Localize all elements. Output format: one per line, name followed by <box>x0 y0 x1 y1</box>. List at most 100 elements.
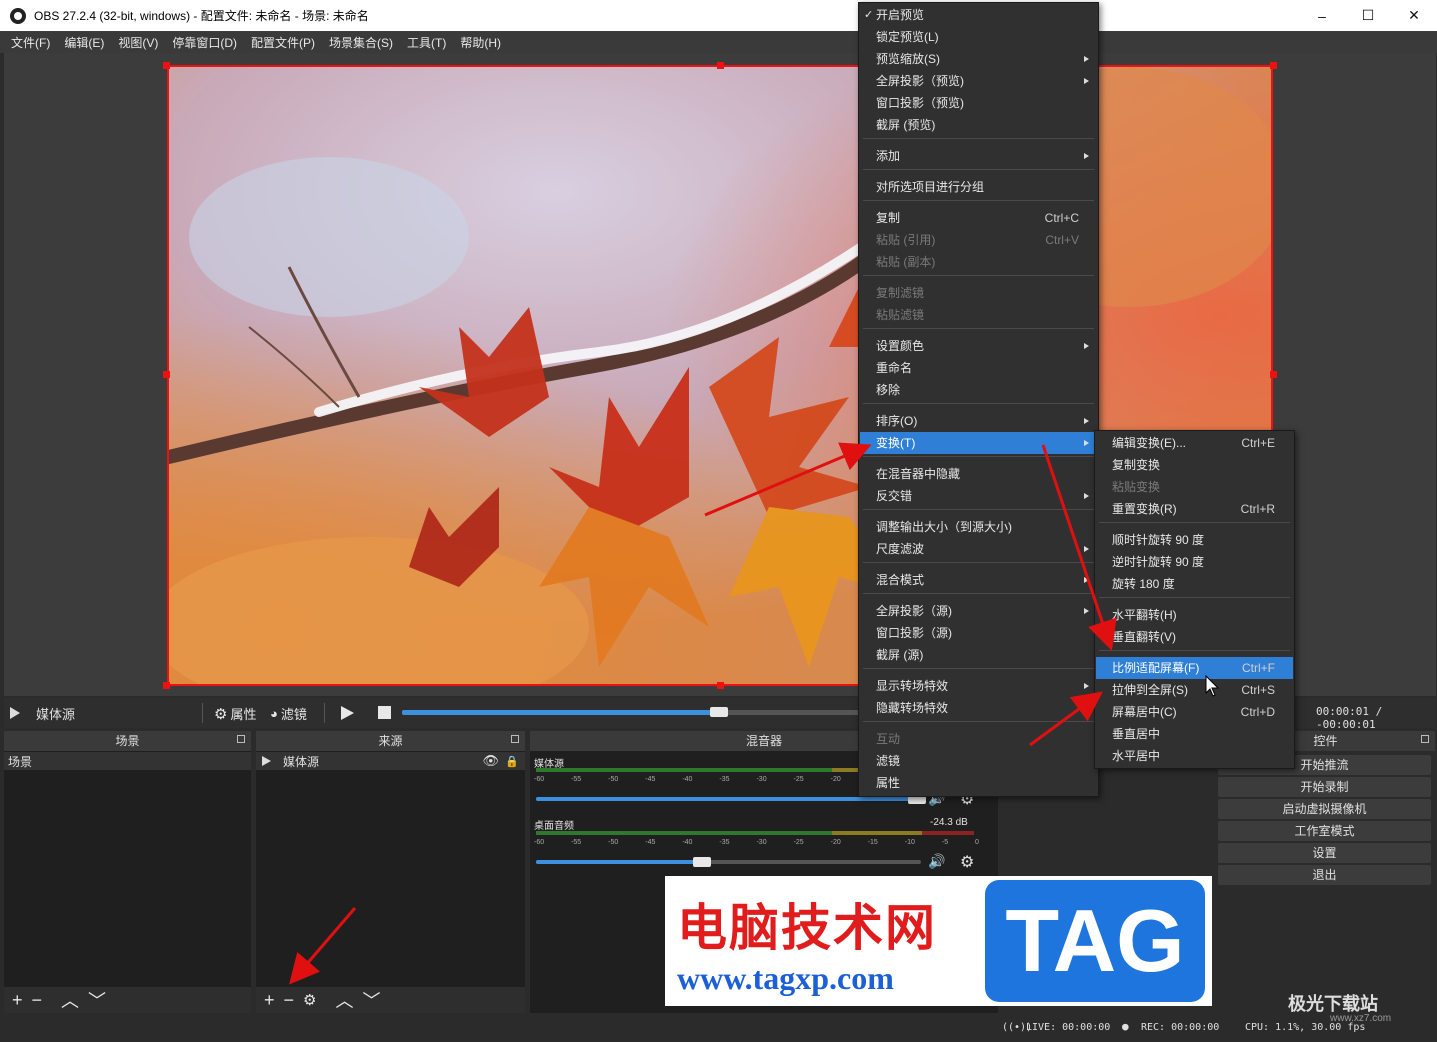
ctx-item[interactable]: 窗口投影（预览) <box>860 92 1097 114</box>
move-up-icon[interactable]: ︿ <box>61 987 79 1013</box>
source-list-item[interactable]: 媒体源 👁 🔒 <box>256 752 525 770</box>
undock-icon[interactable] <box>1421 735 1429 743</box>
ctx-item[interactable]: 调整输出大小（到源大小) <box>860 516 1097 538</box>
eye-icon[interactable]: 👁 <box>482 753 499 769</box>
meter-tick-label: -40 <box>682 776 693 783</box>
menu-separator <box>863 403 1094 404</box>
resize-handle-l[interactable] <box>163 371 170 378</box>
menu-tools[interactable]: 工具(T) <box>400 34 453 51</box>
menu-docks[interactable]: 停靠窗口(D) <box>165 34 244 51</box>
scene-list-item[interactable]: 场景 <box>4 752 251 770</box>
sub-item[interactable]: 旋转 180 度 <box>1096 573 1293 595</box>
settings-button[interactable]: 设置 <box>1218 843 1431 863</box>
remove-scene-icon[interactable]: − <box>32 990 43 1011</box>
add-scene-icon[interactable]: + <box>12 990 23 1011</box>
ctx-item[interactable]: 复制 Ctrl+C <box>860 207 1097 229</box>
media-stop-button[interactable] <box>378 706 391 719</box>
resize-handle-tl[interactable] <box>163 62 170 69</box>
ctx-item-label: 开启预览 <box>876 8 925 22</box>
ctx-item[interactable]: 排序(O) <box>860 410 1097 432</box>
properties-button[interactable]: ⚙ 属性 <box>214 704 256 723</box>
add-source-icon[interactable]: + <box>264 990 275 1011</box>
ctx-item[interactable]: 移除 <box>860 379 1097 401</box>
remove-source-icon[interactable]: − <box>284 990 295 1011</box>
ctx-item[interactable]: 对所选项目进行分组 <box>860 176 1097 198</box>
meter-scale: -60-55-50-45-40-35-30-25-20-15-10-50 <box>534 839 979 846</box>
ctx-item[interactable]: 锁定预览(L) <box>860 26 1097 48</box>
undock-icon[interactable] <box>237 735 245 743</box>
move-down-icon[interactable]: ﹀ <box>362 987 380 1013</box>
ctx-item[interactable]: 截屏 (源) <box>860 644 1097 666</box>
ctx-item[interactable]: 反交错 <box>860 485 1097 507</box>
ctx-item[interactable]: 滤镜 <box>860 750 1097 772</box>
resize-handle-b[interactable] <box>717 682 724 689</box>
menu-edit[interactable]: 编辑(E) <box>57 34 111 51</box>
source-properties-gear-icon[interactable]: ⚙ <box>303 991 316 1009</box>
ctx-item[interactable]: 预览缩放(S) <box>860 48 1097 70</box>
start-recording-button[interactable]: 开始录制 <box>1218 777 1431 797</box>
minimize-button[interactable]: – <box>1299 0 1345 31</box>
sub-item[interactable]: 比例适配屏幕(F) Ctrl+F <box>1096 657 1293 679</box>
seek-knob[interactable] <box>710 707 729 717</box>
volume-slider[interactable] <box>536 794 927 804</box>
filters-button[interactable]: ◕ 滤镜 <box>270 704 307 723</box>
sub-item[interactable]: 屏幕居中(C) Ctrl+D <box>1096 701 1293 723</box>
ctx-item-label: 粘贴 (引用) <box>876 233 936 247</box>
menu-profile[interactable]: 配置文件(P) <box>244 34 322 51</box>
resize-handle-r[interactable] <box>1270 371 1277 378</box>
meter-tick-label: 0 <box>975 839 979 846</box>
sub-item[interactable]: 垂直翻转(V) <box>1096 626 1293 648</box>
exit-button[interactable]: 退出 <box>1218 865 1431 885</box>
ctx-item[interactable]: 属性 <box>860 772 1097 794</box>
ctx-item[interactable]: 在混音器中隐藏 <box>860 463 1097 485</box>
ctx-item[interactable]: 全屏投影（源) <box>860 600 1097 622</box>
ctx-item[interactable]: 设置颜色 <box>860 335 1097 357</box>
ctx-item[interactable]: 重命名 <box>860 357 1097 379</box>
ctx-item[interactable]: 混合模式 <box>860 569 1097 591</box>
ctx-item[interactable]: 尺度滤波 <box>860 538 1097 560</box>
ctx-item[interactable]: 显示转场特效 <box>860 675 1097 697</box>
ctx-item-label: 显示转场特效 <box>876 679 949 693</box>
sub-item[interactable]: 复制变换 <box>1096 454 1293 476</box>
filters-label: 滤镜 <box>280 707 307 722</box>
ctx-item[interactable]: 窗口投影（源) <box>860 622 1097 644</box>
volume-knob[interactable] <box>692 857 711 867</box>
sub-item[interactable]: 顺时针旋转 90 度 <box>1096 529 1293 551</box>
resize-handle-bl[interactable] <box>163 682 170 689</box>
sub-item[interactable]: 编辑变换(E)... Ctrl+E <box>1096 432 1293 454</box>
ctx-item[interactable]: 添加 <box>860 145 1097 167</box>
menu-view[interactable]: 视图(V) <box>111 34 165 51</box>
volume-slider[interactable] <box>536 857 921 867</box>
ctx-item[interactable]: 隐藏转场特效 <box>860 697 1097 719</box>
menu-file[interactable]: 文件(F) <box>4 34 57 51</box>
close-button[interactable]: ✕ <box>1391 0 1437 31</box>
menu-separator <box>1099 522 1290 523</box>
submenu-arrow-icon <box>1084 705 1089 711</box>
audio-settings-gear-icon[interactable]: ⚙ <box>960 852 974 872</box>
media-play-button[interactable] <box>341 706 354 720</box>
sub-item[interactable]: 垂直居中 <box>1096 723 1293 745</box>
menu-separator <box>863 275 1094 276</box>
studio-mode-button[interactable]: 工作室模式 <box>1218 821 1431 841</box>
maximize-button[interactable]: ☐ <box>1345 0 1391 31</box>
ctx-item[interactable]: 变换(T) <box>860 432 1097 454</box>
sub-item[interactable]: 水平居中 <box>1096 745 1293 767</box>
undock-icon[interactable] <box>511 735 519 743</box>
move-down-icon[interactable]: ﹀ <box>88 987 106 1013</box>
media-seek-slider[interactable] <box>402 707 862 717</box>
resize-handle-t[interactable] <box>717 62 724 69</box>
start-virtual-camera-button[interactable]: 启动虚拟摄像机 <box>1218 799 1431 819</box>
sub-item[interactable]: 拉伸到全屏(S) Ctrl+S <box>1096 679 1293 701</box>
ctx-item[interactable]: 截屏 (预览) <box>860 114 1097 136</box>
menu-scene-collection[interactable]: 场景集合(S) <box>322 34 400 51</box>
move-up-icon[interactable]: ︿ <box>335 987 353 1013</box>
sub-item[interactable]: 水平翻转(H) <box>1096 604 1293 626</box>
menu-help[interactable]: 帮助(H) <box>453 34 508 51</box>
ctx-item[interactable]: 开启预览 ✓ <box>860 4 1097 26</box>
lock-icon[interactable]: 🔒 <box>505 755 519 768</box>
ctx-item[interactable]: 全屏投影（预览) <box>860 70 1097 92</box>
resize-handle-tr[interactable] <box>1270 62 1277 69</box>
speaker-icon[interactable]: 🔊 <box>928 853 945 870</box>
sub-item[interactable]: 逆时针旋转 90 度 <box>1096 551 1293 573</box>
sub-item[interactable]: 重置变换(R) Ctrl+R <box>1096 498 1293 520</box>
